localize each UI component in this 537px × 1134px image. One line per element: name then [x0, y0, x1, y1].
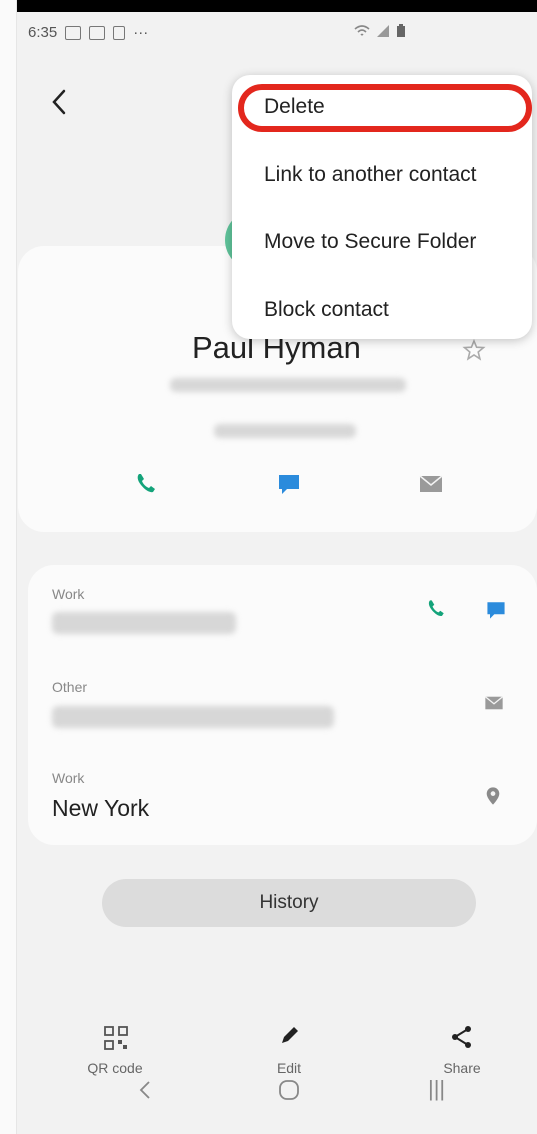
more-notifications: ···: [133, 24, 149, 41]
blurred-email[interactable]: [52, 706, 334, 728]
top-border: [0, 0, 537, 12]
nav-recents-icon[interactable]: |||: [428, 1076, 445, 1102]
work-call-icon[interactable]: [424, 597, 448, 621]
battery-icon: [397, 24, 405, 37]
menu-item-secure-folder[interactable]: Move to Secure Folder: [264, 230, 476, 254]
lock-notification-icon: [113, 25, 126, 40]
qr-code-label[interactable]: QR code: [70, 1060, 160, 1076]
share-label[interactable]: Share: [417, 1060, 507, 1076]
blurred-work-phone[interactable]: [52, 612, 236, 634]
delete-highlight-outline: [238, 84, 532, 132]
work-message-icon[interactable]: [484, 598, 508, 622]
edit-pencil-icon[interactable]: [276, 1023, 302, 1049]
back-arrow-icon[interactable]: [48, 88, 70, 116]
menu-item-block-contact[interactable]: Block contact: [264, 298, 389, 322]
status-time: 6:35: [28, 24, 58, 41]
wifi-icon: [354, 25, 370, 36]
address-value[interactable]: New York: [52, 795, 149, 822]
call-icon[interactable]: [132, 470, 160, 498]
qr-code-icon[interactable]: [103, 1025, 129, 1051]
nav-home-icon[interactable]: [278, 1079, 300, 1101]
favorite-star-icon[interactable]: [462, 339, 486, 361]
email-icon[interactable]: [417, 470, 445, 498]
signal-icon: [377, 25, 389, 37]
share-icon[interactable]: [449, 1024, 475, 1050]
photos-notification-icon: [89, 25, 106, 40]
history-button[interactable]: History: [102, 879, 476, 927]
detail-label-work-address: Work: [52, 770, 85, 786]
blurred-company: [170, 378, 406, 392]
message-icon[interactable]: [275, 470, 303, 498]
send-email-icon[interactable]: [483, 692, 505, 714]
blurred-phone-number: [214, 424, 356, 438]
map-pin-icon[interactable]: [482, 785, 504, 807]
detail-label-work-phone: Work: [52, 586, 85, 602]
left-edge: [0, 0, 17, 1134]
nav-back-icon[interactable]: [138, 1080, 152, 1100]
edit-label[interactable]: Edit: [244, 1060, 334, 1076]
gallery-notification-icon: [65, 25, 82, 40]
status-bar-right: [354, 24, 406, 38]
phone-screen: 6:35 ··· Paul Hyman Work Other Work New …: [0, 0, 537, 1134]
menu-item-link-contact[interactable]: Link to another contact: [264, 163, 476, 187]
status-bar-left: 6:35 ···: [28, 24, 148, 41]
detail-label-other-email: Other: [52, 679, 88, 695]
